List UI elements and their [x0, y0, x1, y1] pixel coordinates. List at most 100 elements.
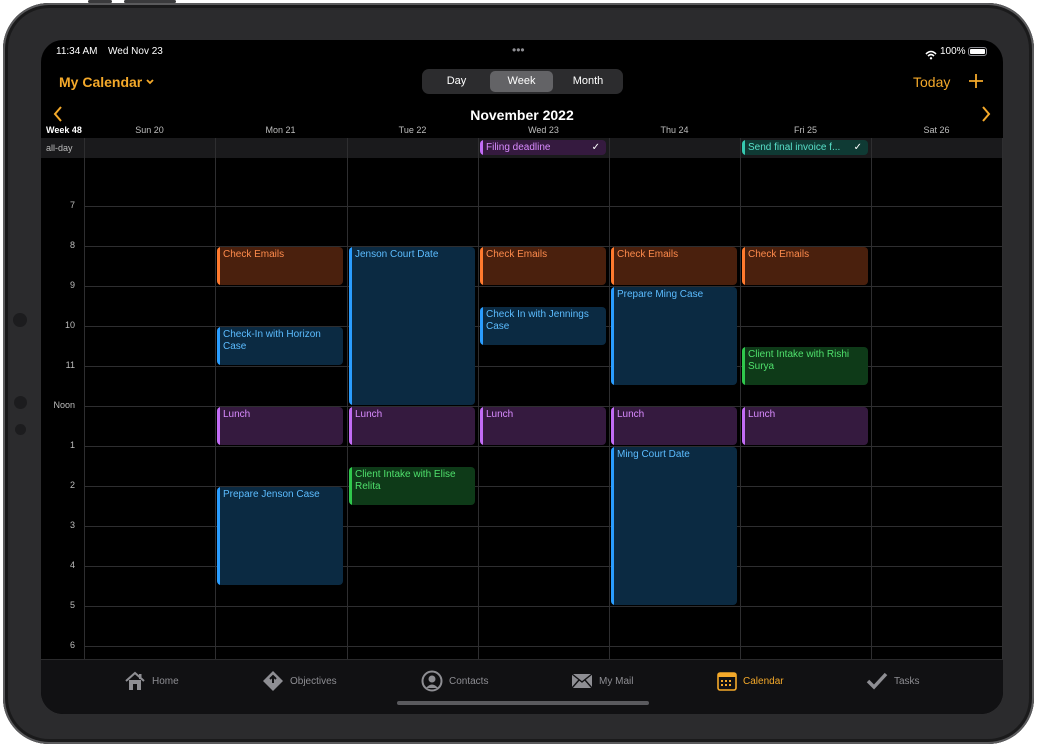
event-title: Jenson Court Date	[355, 249, 439, 260]
tab-label: Tasks	[894, 675, 920, 687]
grid-column-line	[84, 138, 85, 659]
calendar-picker[interactable]: My Calendar	[59, 74, 155, 90]
grid-column-line	[740, 138, 741, 659]
view-week-button[interactable]: Week	[490, 71, 553, 92]
calendar-event[interactable]: Jenson Court Date	[349, 247, 475, 405]
tab-my-mail[interactable]: My Mail	[571, 670, 633, 692]
calendar-event[interactable]: Check Emails	[742, 247, 868, 285]
allday-event[interactable]: Filing deadline ✓	[480, 140, 606, 155]
event-title: Prepare Ming Case	[617, 289, 704, 300]
day-header[interactable]: Wed 23	[478, 125, 609, 135]
tab-bar: Home Objectives Contacts My Mail Calenda…	[41, 659, 1003, 714]
hour-label: 9	[69, 280, 75, 290]
hour-label: 7	[69, 200, 75, 210]
calendar-event[interactable]: Check-In with Horizon Case	[217, 327, 343, 365]
sensor-dot	[15, 424, 26, 435]
view-month-button[interactable]: Month	[555, 71, 621, 92]
event-title: Lunch	[355, 409, 383, 420]
grid-hour-line	[84, 646, 1003, 647]
calendar-title: My Calendar	[59, 74, 143, 90]
calendar-event[interactable]: Check Emails	[611, 247, 737, 285]
tab-label: My Mail	[599, 675, 634, 687]
day-header[interactable]: Sun 20	[84, 125, 215, 135]
event-title: Check Emails	[748, 249, 810, 260]
top-button	[88, 0, 112, 3]
battery-percent: 100%	[940, 46, 966, 57]
tab-tasks[interactable]: Tasks	[866, 670, 920, 692]
hour-label: 11	[65, 360, 75, 370]
hour-label: 2	[69, 480, 75, 490]
calendar-event[interactable]: Lunch	[349, 407, 475, 445]
event-title: Check-In with Horizon Case	[223, 329, 321, 352]
event-title: Prepare Jenson Case	[223, 489, 320, 500]
ipad-frame: 11:34 AM Wed Nov 23 ••• 100% My Calendar…	[3, 0, 1034, 744]
plus-icon[interactable]	[968, 73, 984, 94]
calendar-event[interactable]: Lunch	[217, 407, 343, 445]
hour-label: 8	[69, 240, 75, 250]
sensor-dot	[14, 396, 27, 409]
hour-label: 1	[69, 440, 75, 450]
event-title: Ming Court Date	[617, 449, 690, 460]
calendar-event[interactable]: Lunch	[742, 407, 868, 445]
battery-icon	[968, 47, 987, 56]
tab-label: Contacts	[449, 675, 489, 687]
month-title: November 2022	[470, 107, 574, 123]
tab-label: Objectives	[290, 675, 337, 687]
checkmark-icon	[866, 672, 888, 690]
calendar-event[interactable]: Check In with Jennings Case	[480, 307, 606, 345]
event-title: Check Emails	[486, 249, 548, 260]
grid-hour-line	[84, 206, 1003, 207]
view-day-button[interactable]: Day	[424, 71, 489, 92]
event-title: Lunch	[617, 409, 645, 420]
multitasking-dots[interactable]: •••	[512, 43, 525, 57]
grid-column-line	[347, 138, 348, 659]
allday-label: all-day	[46, 143, 73, 153]
event-title: Client Intake with Rishi Surya	[748, 349, 850, 372]
day-header[interactable]: Mon 21	[215, 125, 346, 135]
calendar-event[interactable]: Lunch	[480, 407, 606, 445]
camera-dot	[13, 313, 27, 327]
grid-column-line	[609, 138, 610, 659]
day-header[interactable]: Thu 24	[609, 125, 740, 135]
allday-event-title: Send final invoice f...	[748, 142, 841, 153]
hour-label: 6	[69, 640, 75, 650]
chevron-right-icon[interactable]	[981, 106, 991, 127]
calendar-event[interactable]: Client Intake with Rishi Surya	[742, 347, 868, 385]
tab-calendar[interactable]: Calendar	[717, 670, 784, 692]
mail-icon	[571, 673, 593, 689]
calendar-event[interactable]: Prepare Ming Case	[611, 287, 737, 385]
status-time: 11:34 AM	[56, 46, 98, 57]
calendar-event[interactable]: Client Intake with Elise Relita	[349, 467, 475, 505]
calendar-event[interactable]: Lunch	[611, 407, 737, 445]
chevron-down-icon	[146, 79, 154, 85]
week-grid: November 2022 Week 48 Sun 20 Mon 21 Tue 22…	[41, 103, 1003, 659]
grid-column-line	[478, 138, 479, 659]
calendar-event[interactable]: Check Emails	[217, 247, 343, 285]
calendar-event[interactable]: Ming Court Date	[611, 447, 737, 605]
done-check-icon: ✓	[853, 142, 862, 153]
tab-label: Calendar	[743, 675, 784, 687]
hour-label: 10	[64, 320, 75, 330]
day-header[interactable]: Fri 25	[740, 125, 871, 135]
hour-label: Noon	[53, 400, 75, 410]
calendar-icon	[717, 672, 737, 691]
calendar-event[interactable]: Prepare Jenson Case	[217, 487, 343, 585]
calendar-event[interactable]: Check Emails	[480, 247, 606, 285]
grid-hour-line	[84, 606, 1003, 607]
event-title: Check Emails	[617, 249, 679, 260]
event-title: Lunch	[748, 409, 776, 420]
wifi-icon	[925, 47, 937, 65]
view-switcher: Day Week Month	[422, 69, 623, 94]
day-header[interactable]: Tue 22	[347, 125, 478, 135]
event-title: Check Emails	[223, 249, 285, 260]
done-check-icon: ✓	[591, 142, 600, 153]
tab-contacts[interactable]: Contacts	[421, 670, 488, 692]
grid-column-line	[871, 138, 872, 659]
day-header[interactable]: Sat 26	[871, 125, 1002, 135]
tab-home[interactable]: Home	[124, 670, 179, 692]
tab-objectives[interactable]: Objectives	[262, 670, 337, 692]
allday-event-title: Filing deadline	[486, 142, 551, 153]
allday-event[interactable]: Send final invoice f... ✓	[742, 140, 868, 155]
today-button[interactable]: Today	[913, 74, 950, 90]
event-title: Lunch	[223, 409, 251, 420]
